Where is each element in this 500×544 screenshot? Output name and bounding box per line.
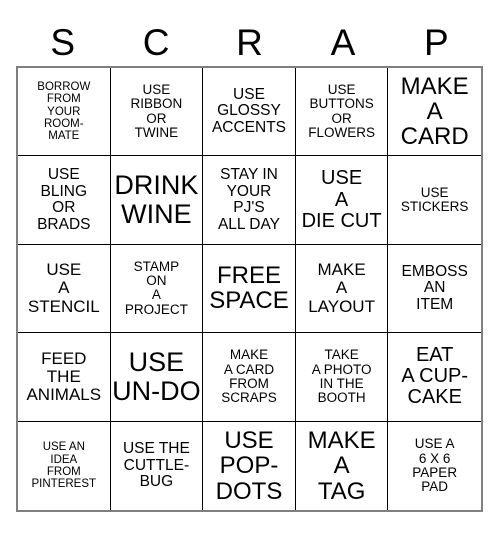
bingo-cell[interactable]: TAKE A PHOTO IN THE BOOTH: [295, 333, 389, 422]
bingo-cell[interactable]: STAY IN YOUR PJ'S ALL DAY: [203, 156, 296, 245]
bingo-cell-label: USE THE CUTTLE- BUG: [122, 440, 190, 490]
bingo-cell[interactable]: USE UN-DO: [110, 333, 204, 422]
bingo-cell[interactable]: DRINK WINE: [110, 156, 204, 245]
bingo-cell-label: USE A 6 X 6 PAPER PAD: [412, 436, 458, 495]
bingo-cell-label: USE A DIE CUT: [301, 167, 382, 232]
bingo-header-letter-3: A: [330, 21, 356, 63]
bingo-header-letter-1: C: [142, 21, 170, 63]
bingo-cell[interactable]: EMBOSS AN ITEM: [388, 244, 481, 334]
bingo-cell[interactable]: USE RIBBON OR TWINE: [110, 68, 204, 157]
bingo-cell-label: USE GLOSSY ACCENTS: [211, 86, 287, 136]
bingo-cell-label: USE POP- DOTS: [215, 426, 283, 505]
bingo-cell-free-space[interactable]: FREE SPACE: [203, 244, 296, 334]
bingo-cell[interactable]: USE GLOSSY ACCENTS: [203, 68, 296, 157]
bingo-cell-label: MAKE A CARD: [400, 72, 469, 151]
bingo-cell[interactable]: FEED THE ANIMALS: [18, 333, 111, 422]
bingo-cell[interactable]: USE AN IDEA FROM PINTEREST: [18, 421, 111, 510]
bingo-cell-label: STAMP ON A PROJECT: [124, 258, 188, 317]
bingo-cell-label: FREE SPACE: [209, 262, 289, 315]
bingo-cell-label: USE BUTTONS OR FLOWERS: [308, 82, 375, 140]
bingo-cell-label: MAKE A CARD FROM SCRAPS: [221, 347, 277, 406]
bingo-cell-label: MAKE A TAG: [307, 426, 376, 505]
bingo-cell[interactable]: EAT A CUP- CAKE: [388, 333, 481, 422]
bingo-cell-label: EMBOSS AN ITEM: [401, 262, 468, 313]
bingo-cell[interactable]: MAKE A CARD: [388, 68, 481, 157]
bingo-cell-label: USE STICKERS: [400, 184, 469, 215]
bingo-cell[interactable]: MAKE A CARD FROM SCRAPS: [203, 333, 296, 422]
bingo-cell[interactable]: USE POP- DOTS: [203, 421, 296, 510]
bingo-cell[interactable]: USE A STENCIL: [18, 244, 111, 334]
bingo-cell-label: EAT A CUP- CAKE: [401, 344, 469, 409]
bingo-header-letters: SCRAP: [16, 18, 483, 66]
bingo-cell-label: USE UN-DO: [112, 347, 201, 406]
bingo-cell-label: FEED THE ANIMALS: [26, 348, 102, 404]
bingo-header-letter-2: R: [236, 21, 263, 63]
bingo-card: S C R A P BORROW FROM YOUR ROOM- MATE USE RIB…: [0, 0, 500, 544]
bingo-cell-label: USE AN IDEA FROM PINTEREST: [31, 441, 97, 490]
bingo-header-letter-4: P: [423, 21, 449, 63]
bingo-cell[interactable]: MAKE A TAG: [295, 421, 389, 510]
bingo-cell[interactable]: BORROW FROM YOUR ROOM- MATE: [18, 68, 111, 157]
bingo-cell[interactable]: USE THE CUTTLE- BUG: [110, 421, 204, 510]
bingo-cell-label: STAY IN YOUR PJ'S ALL DAY: [217, 166, 280, 233]
bingo-cell[interactable]: MAKE A LAYOUT: [295, 244, 389, 334]
bingo-cell[interactable]: USE BUTTONS OR FLOWERS: [295, 68, 389, 157]
bingo-cell[interactable]: USE BLING OR BRADS: [18, 156, 111, 245]
bingo-cell-label: USE BLING OR BRADS: [37, 166, 91, 233]
bingo-cell-label: BORROW FROM YOUR ROOM- MATE: [37, 81, 91, 142]
bingo-cell[interactable]: USE STICKERS: [388, 156, 481, 245]
bingo-grid: BORROW FROM YOUR ROOM- MATE USE RIBBON OR…: [16, 66, 483, 512]
bingo-cell[interactable]: STAMP ON A PROJECT: [110, 244, 204, 334]
bingo-header-letter-0: S: [50, 21, 76, 63]
bingo-cell-label: USE A STENCIL: [27, 260, 100, 316]
bingo-cell-label: USE RIBBON OR TWINE: [130, 82, 183, 140]
bingo-cell[interactable]: USE A DIE CUT: [295, 156, 389, 245]
bingo-cell-label: DRINK WINE: [114, 170, 199, 230]
bingo-cell-label: MAKE A LAYOUT: [308, 260, 375, 316]
bingo-cell[interactable]: USE A 6 X 6 PAPER PAD: [388, 421, 481, 510]
bingo-cell-label: TAKE A PHOTO IN THE BOOTH: [311, 347, 372, 406]
